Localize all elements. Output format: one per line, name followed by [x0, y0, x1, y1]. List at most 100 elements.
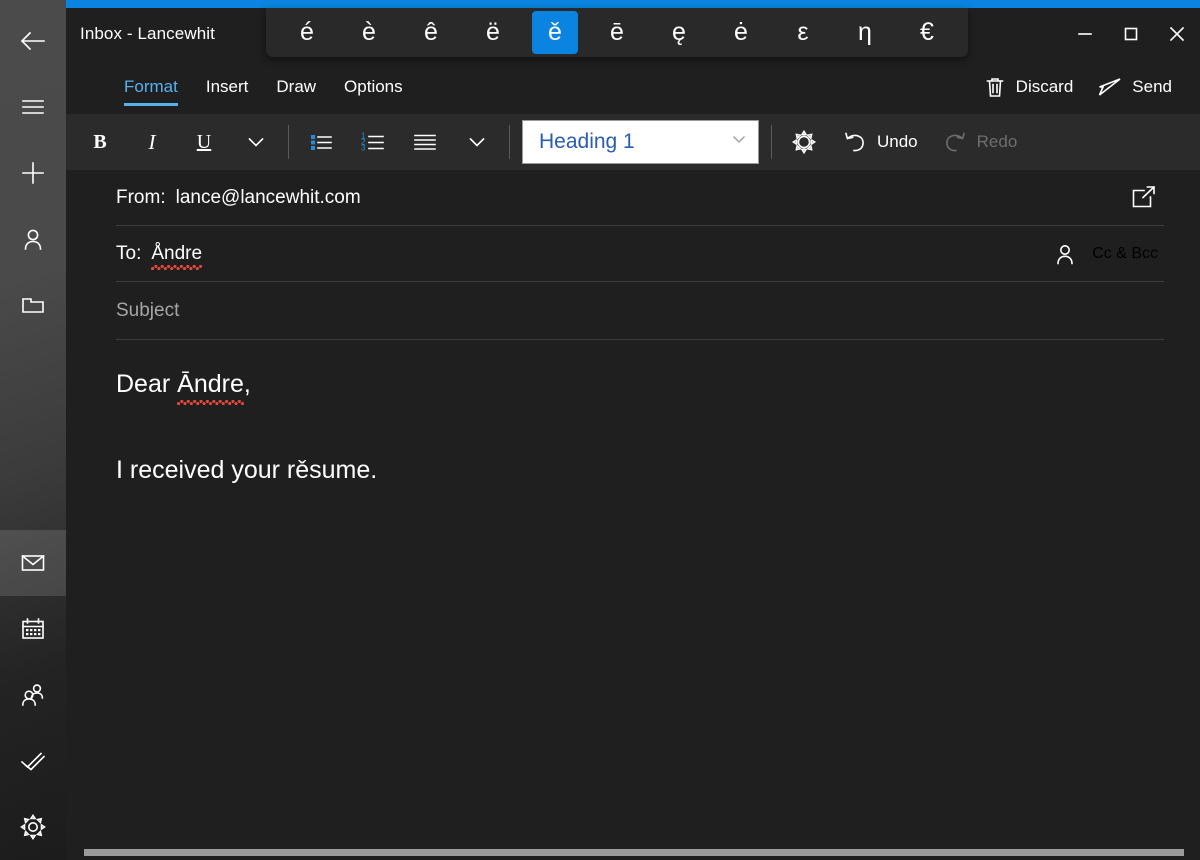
people-icon — [21, 684, 44, 706]
body-greeting-suffix: , — [243, 370, 251, 398]
sidebar-item-todo[interactable] — [0, 728, 66, 794]
sidebar-item-menu[interactable] — [0, 74, 66, 140]
discard-label: Discard — [1015, 77, 1074, 96]
trash-icon — [986, 78, 1003, 97]
sidebar-rail — [0, 0, 66, 860]
to-value-wrapper[interactable]: Åndre — [151, 242, 1046, 270]
paragraph-more-button[interactable] — [457, 122, 497, 162]
popout-button[interactable] — [1124, 179, 1164, 217]
body-greeting-name: Āndre — [177, 370, 244, 405]
sidebar-item-folders[interactable] — [0, 272, 66, 338]
person-icon — [24, 229, 42, 250]
underline-button[interactable]: U — [184, 122, 224, 162]
align-lines-icon — [414, 134, 436, 150]
tab-draw[interactable]: Draw — [262, 60, 330, 114]
accent-key-e-grave[interactable]: è — [346, 11, 392, 54]
accent-key-greek-eta[interactable]: η — [842, 11, 888, 54]
redo-label: Redo — [976, 132, 1018, 151]
sidebar-item-new-mail[interactable] — [0, 140, 66, 206]
window-title: Inbox - Lancewhit — [80, 24, 215, 43]
numbered-list-button[interactable]: 1 2 3 — [353, 122, 393, 162]
undo-button[interactable]: Undo — [836, 122, 924, 162]
ribbon-tab-strip: Format Insert Draw Options Discard Send — [66, 60, 1200, 114]
gear-icon — [20, 814, 46, 840]
app-root: Inbox - Lancewhit é è ê ë ě ē ę ė ε η € … — [0, 0, 1200, 860]
italic-button[interactable]: I — [132, 122, 172, 162]
sidebar-item-people[interactable] — [0, 662, 66, 728]
from-label: From: — [116, 186, 166, 208]
maximize-button[interactable] — [1108, 8, 1154, 60]
from-value[interactable]: lance@lancewhit.com — [176, 187, 1124, 209]
chevron-down-icon — [730, 130, 748, 154]
accent-key-greek-epsilon[interactable]: ε — [780, 11, 826, 54]
tab-format[interactable]: Format — [110, 60, 192, 114]
close-button[interactable] — [1154, 8, 1200, 60]
accent-character-popup[interactable]: é è ê ë ě ē ę ė ε η € — [266, 8, 968, 57]
to-row: To: Åndre Cc & Bcc — [116, 226, 1164, 282]
tab-insert[interactable]: Insert — [192, 60, 263, 114]
horizontal-scrollbar-thumb[interactable] — [84, 849, 1184, 856]
to-value: Åndre — [151, 242, 203, 270]
accent-key-e-ogonek[interactable]: ę — [656, 11, 702, 54]
accent-key-e-caron[interactable]: ě — [532, 11, 578, 54]
close-icon — [1169, 26, 1185, 42]
cc-bcc-label: Cc & Bcc — [1092, 244, 1158, 262]
align-button[interactable] — [405, 122, 445, 162]
paragraph-style-dropdown[interactable]: Heading 1 — [522, 120, 759, 164]
subject-row[interactable]: Subject — [116, 282, 1164, 340]
styles-button[interactable] — [784, 122, 824, 162]
body-line-greeting: Dear Āndre, — [116, 368, 1164, 405]
body-line-sentence: I received your rěsume. — [116, 456, 378, 484]
send-button[interactable]: Send — [1085, 69, 1184, 105]
toolbar-divider-2 — [509, 125, 510, 159]
back-arrow-icon — [20, 31, 45, 51]
message-body[interactable]: Dear Āndre, I received your rěsume. — [66, 340, 1200, 486]
body-greeting-prefix: Dear — [116, 370, 178, 398]
horizontal-scrollbar[interactable] — [84, 849, 1184, 856]
minimize-button[interactable] — [1062, 8, 1108, 60]
discard-button[interactable]: Discard — [971, 69, 1086, 105]
from-row: From: lance@lancewhit.com — [116, 170, 1164, 226]
calendar-icon — [22, 618, 44, 639]
numbered-list-icon: 1 2 3 — [361, 132, 384, 153]
toolbar-divider-3 — [771, 125, 772, 159]
format-toolbar: B I U 1 2 3 Heading 1 Undo Redo — [66, 114, 1200, 170]
tab-options[interactable]: Options — [330, 60, 417, 114]
compose-window: Inbox - Lancewhit é è ê ë ě ē ę ė ε η € … — [66, 8, 1200, 860]
minimize-icon — [1078, 33, 1092, 35]
chevron-down-icon — [248, 137, 264, 147]
subject-input[interactable]: Subject — [116, 300, 1164, 322]
window-controls — [1062, 8, 1200, 60]
styles-sparkle-icon — [791, 129, 817, 155]
accent-key-e-diaeresis[interactable]: ë — [470, 11, 516, 54]
body-blank-line — [116, 400, 1164, 454]
mail-icon — [21, 554, 45, 571]
sidebar-back-button[interactable] — [0, 8, 66, 74]
accent-key-e-acute[interactable]: é — [284, 11, 330, 54]
undo-arrow-icon — [845, 132, 864, 152]
accent-key-e-macron[interactable]: ē — [594, 11, 640, 54]
accent-key-e-circumflex[interactable]: ê — [408, 11, 454, 54]
bold-button[interactable]: B — [80, 122, 120, 162]
redo-arrow-icon — [945, 132, 965, 152]
cc-bcc-button[interactable]: Cc & Bcc — [1046, 235, 1164, 273]
bullet-list-button[interactable] — [301, 122, 341, 162]
font-more-button[interactable] — [236, 122, 276, 162]
plus-icon — [22, 162, 44, 184]
sidebar-item-calendar[interactable] — [0, 596, 66, 662]
bulleted-list-icon — [311, 135, 332, 150]
folder-icon — [22, 298, 44, 313]
toolbar-divider-1 — [288, 125, 289, 159]
sidebar-item-settings[interactable] — [0, 794, 66, 860]
accent-key-euro-sign[interactable]: € — [904, 11, 950, 54]
chevron-down-icon — [469, 137, 485, 147]
compose-header: From: lance@lancewhit.com To: Åndre Cc &… — [66, 170, 1200, 340]
paragraph-style-value: Heading 1 — [539, 130, 635, 153]
sidebar-item-mail[interactable] — [0, 530, 66, 596]
undo-label: Undo — [877, 132, 918, 151]
svg-text:3: 3 — [361, 144, 366, 153]
sidebar-item-people-top[interactable] — [0, 206, 66, 272]
accent-key-e-dot-above[interactable]: ė — [718, 11, 764, 54]
send-paperplane-icon — [1099, 78, 1121, 96]
redo-button[interactable]: Redo — [936, 122, 1024, 162]
